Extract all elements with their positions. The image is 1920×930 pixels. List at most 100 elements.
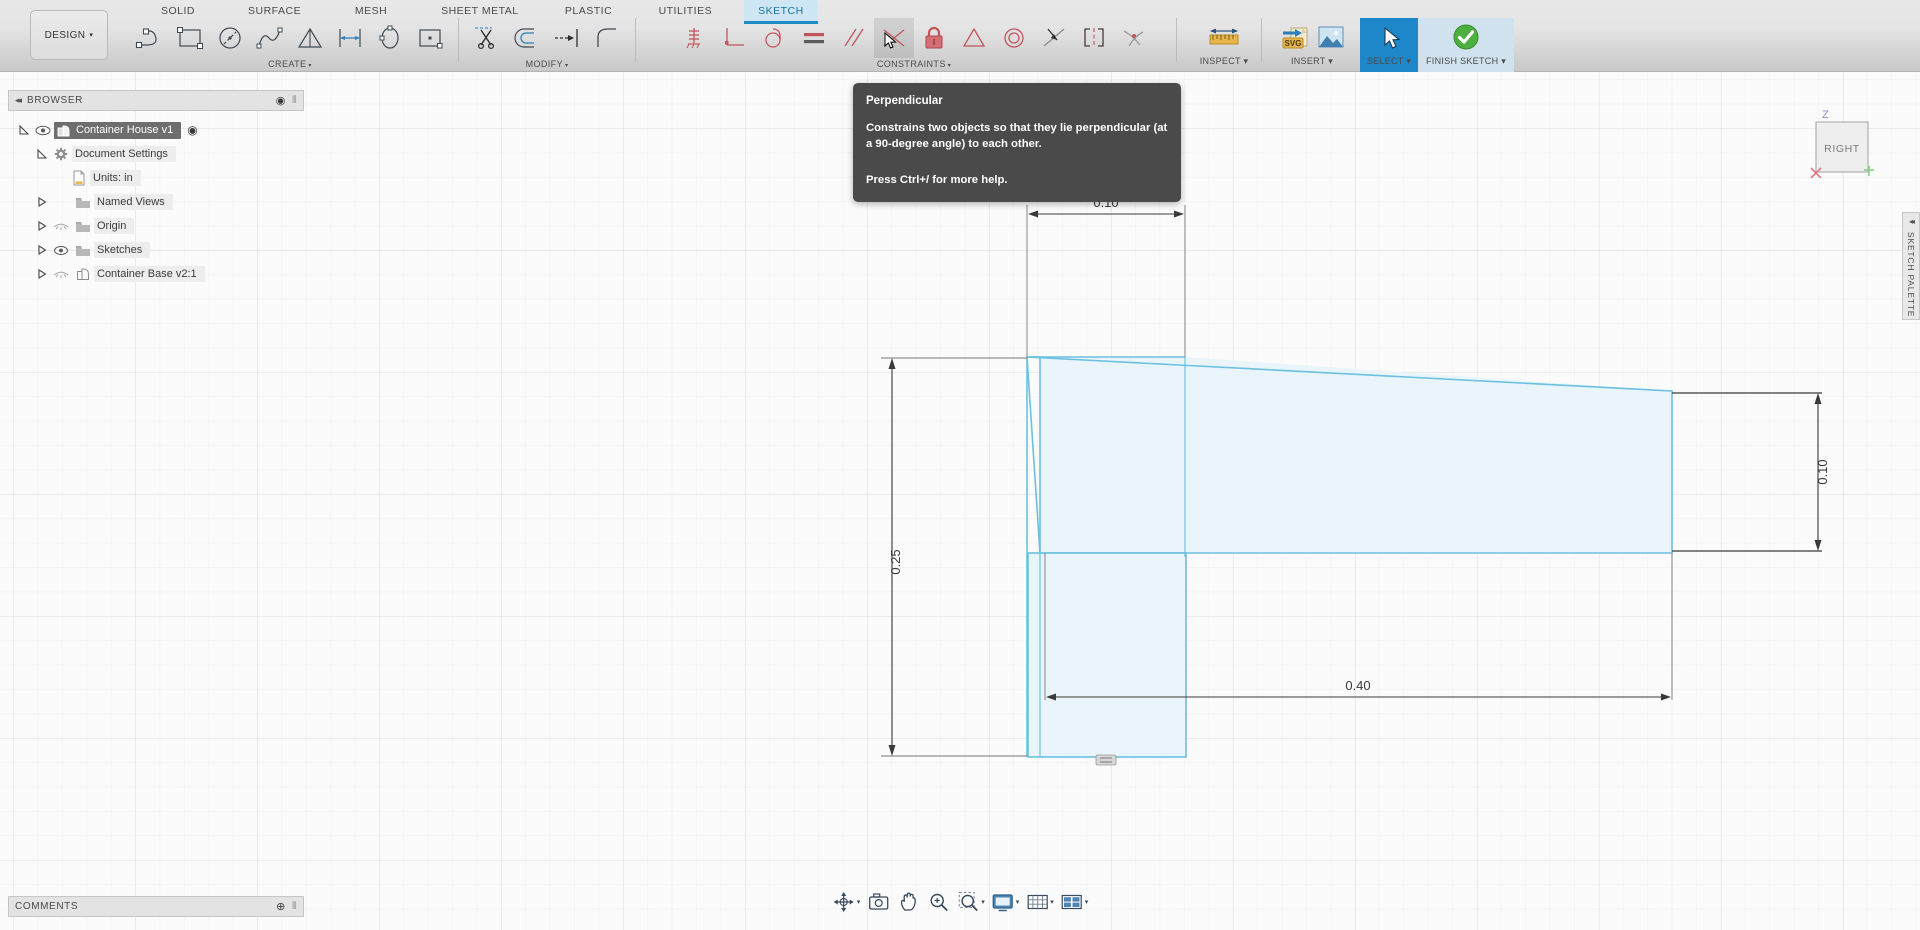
display-settings-icon — [992, 894, 1013, 912]
expander-expanded-icon[interactable] — [16, 125, 32, 135]
trim-icon[interactable] — [467, 18, 507, 58]
inspect-button[interactable]: INSPECT ▾ — [1195, 18, 1253, 72]
insert-button[interactable]: SVG INSERT ▾ — [1270, 18, 1354, 72]
ribbon-group-create: CREATE ▾ — [130, 18, 450, 69]
inspect-button-label: INSPECT ▾ — [1199, 56, 1249, 66]
display-settings-button[interactable]: ▾ — [989, 890, 1022, 914]
add-comment-icon[interactable]: ⊕ — [276, 900, 286, 913]
expander-expanded-icon[interactable] — [34, 149, 50, 159]
browser-resize-grip[interactable]: ⦀ — [292, 95, 297, 106]
ribbon-group-modify-label: MODIFY ▾ — [525, 59, 569, 69]
chevron-down-icon[interactable]: ▾ — [857, 898, 861, 906]
dimension-icon[interactable] — [330, 18, 370, 58]
tree-item-origin[interactable]: Origin — [8, 214, 304, 238]
dim-right-height-label[interactable]: 0.10 — [1815, 459, 1830, 484]
zoom-button[interactable] — [924, 890, 952, 914]
chevron-down-icon: ▾ — [89, 32, 94, 39]
sketch-palette-tab[interactable]: ◂◂ SKETCH PALETTE — [1902, 212, 1920, 320]
tree-item-units[interactable]: Units: in — [8, 166, 304, 190]
chevron-down-icon: ▾ — [1243, 56, 1249, 66]
slot-icon[interactable] — [410, 18, 450, 58]
curvature-constraint-icon[interactable] — [1114, 18, 1154, 58]
expander-collapsed-icon[interactable] — [34, 197, 50, 207]
concentric-constraint-icon[interactable] — [994, 18, 1034, 58]
workspace-switcher-button[interactable]: DESIGN ▾ — [30, 10, 108, 60]
ellipse-icon[interactable] — [370, 18, 410, 58]
orbit-button[interactable]: ▾ — [830, 890, 863, 914]
fillet-icon[interactable] — [587, 18, 627, 58]
dim-top-width[interactable]: 0.10 — [1026, 195, 1186, 357]
measure-ruler-icon — [1209, 28, 1239, 45]
collapse-right-icon[interactable]: ◂◂ — [1909, 217, 1915, 226]
dim-right-height[interactable]: 0.10 — [1672, 392, 1830, 552]
horizontal-vertical-constraint-icon[interactable] — [714, 18, 754, 58]
pan-button[interactable] — [894, 890, 922, 914]
chevron-down-icon: ▾ — [308, 63, 312, 69]
sketch-profile-lower[interactable] — [1027, 552, 1187, 758]
tree-item-label: Origin — [94, 218, 135, 234]
eye-visible-icon[interactable] — [32, 125, 54, 136]
dim-left-height[interactable]: 0.25 — [881, 357, 1027, 757]
activate-component-icon[interactable]: ◉ — [187, 123, 197, 137]
tangent-constraint-icon[interactable] — [754, 18, 794, 58]
zoom-icon — [930, 893, 948, 912]
fix-lock-icon[interactable] — [914, 18, 954, 58]
look-at-button[interactable] — [864, 890, 892, 914]
midpoint-constraint-icon[interactable] — [954, 18, 994, 58]
insert-image-icon — [1318, 26, 1344, 48]
expander-collapsed-icon[interactable] — [34, 245, 50, 255]
tree-item-named-views[interactable]: Named Views — [8, 190, 304, 214]
expander-collapsed-icon[interactable] — [34, 221, 50, 231]
viewports-button[interactable]: ▾ — [1058, 890, 1091, 914]
tree-item-container-base[interactable]: Container Base v2:1 — [8, 262, 304, 286]
collapse-left-icon[interactable]: ◂◂ — [15, 95, 22, 106]
polygon-icon[interactable] — [290, 18, 330, 58]
tree-item-sketches[interactable]: Sketches — [8, 238, 304, 262]
zoom-window-button[interactable]: ▾ — [954, 890, 987, 914]
eye-hidden-icon[interactable] — [50, 268, 72, 280]
comments-resize-grip[interactable]: ⦀ — [292, 901, 297, 912]
view-cube[interactable]: Z RIGHT — [1800, 104, 1886, 184]
component-icon — [57, 125, 70, 136]
sketch-left-edge-line[interactable] — [1026, 356, 1041, 554]
chevron-down-icon: ▾ — [947, 63, 952, 69]
finish-sketch-button[interactable]: FINISH SKETCH ▾ — [1418, 18, 1514, 72]
horizontal-constraint-glyph[interactable] — [1095, 754, 1117, 766]
symmetry-constraint-icon[interactable] — [1074, 18, 1114, 58]
extend-icon[interactable] — [547, 18, 587, 58]
circle-icon[interactable] — [210, 18, 250, 58]
eye-hidden-icon[interactable] — [50, 220, 72, 232]
grid-snaps-button[interactable]: ▾ — [1023, 890, 1056, 914]
comments-panel[interactable]: COMMENTS ⊕ ⦀ — [8, 896, 304, 917]
browser-settings-icon[interactable]: ◉ — [276, 94, 286, 107]
grid-snaps-icon — [1027, 894, 1048, 910]
chevron-down-icon[interactable]: ▾ — [1085, 898, 1089, 906]
comments-title: COMMENTS — [15, 901, 79, 912]
toolbar-divider — [635, 18, 636, 62]
ribbon-group-constraints-label: CONSTRAINTS ▾ — [876, 59, 952, 69]
equal-constraint-icon[interactable] — [794, 18, 834, 58]
parallel-constraint-icon[interactable] — [834, 18, 874, 58]
fix-constraint-icon[interactable] — [674, 18, 714, 58]
spline-icon[interactable] — [250, 18, 290, 58]
eye-visible-icon[interactable] — [50, 245, 72, 256]
offset-icon[interactable] — [507, 18, 547, 58]
chevron-down-icon[interactable]: ▾ — [1016, 898, 1020, 906]
dim-bottom-width-label[interactable]: 0.40 — [1345, 678, 1370, 693]
line-icon[interactable] — [130, 18, 170, 58]
collinear-constraint-icon[interactable] — [1034, 18, 1074, 58]
viewports-icon — [1061, 894, 1082, 910]
select-button[interactable]: SELECT ▾ — [1360, 18, 1418, 72]
chevron-down-icon[interactable]: ▾ — [981, 898, 985, 906]
select-button-label: SELECT ▾ — [1366, 56, 1412, 66]
tree-item-container-house[interactable]: Container House v1 ◉ — [8, 118, 304, 142]
tree-item-document-settings[interactable]: Document Settings — [8, 142, 304, 166]
chevron-down-icon[interactable]: ▾ — [1050, 898, 1054, 906]
ribbon-group-modify: MODIFY ▾ — [467, 18, 627, 69]
perpendicular-constraint-icon[interactable] — [874, 18, 914, 58]
expander-collapsed-icon[interactable] — [34, 269, 50, 279]
dim-left-height-label[interactable]: 0.25 — [888, 549, 903, 574]
toolbar-divider — [1176, 18, 1177, 62]
rectangle-icon[interactable] — [170, 18, 210, 58]
browser-panel-header[interactable]: ◂◂ BROWSER ◉ ⦀ — [8, 90, 304, 111]
